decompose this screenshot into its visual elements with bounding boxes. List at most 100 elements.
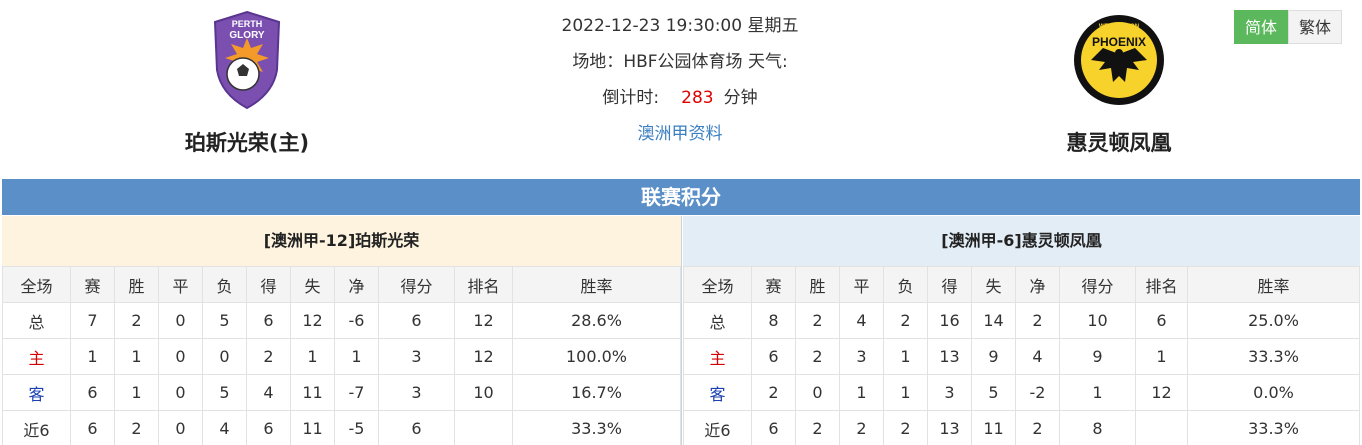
table-row: 主 1 1 0 0 2 1 1 3 12 100.0%: [2, 338, 681, 375]
table-cell: 13: [927, 338, 972, 375]
column-header: 全场: [683, 266, 752, 303]
column-header: 净: [1015, 266, 1060, 303]
table-cell: 3: [378, 338, 455, 375]
table-cell: 9: [971, 338, 1016, 375]
table-cell: 12: [454, 302, 513, 339]
lang-simplified-button[interactable]: 简体: [1233, 10, 1288, 44]
league-link-row: 澳洲甲资料: [480, 120, 880, 156]
lang-traditional-button[interactable]: 繁体: [1287, 10, 1342, 44]
table-cell: 3: [839, 338, 884, 375]
column-header: 胜率: [1187, 266, 1360, 303]
table-cell: 0.0%: [1187, 374, 1360, 411]
countdown-value: 283: [681, 88, 714, 108]
table-cell: 2: [883, 302, 928, 339]
table-cell: 1: [839, 374, 884, 411]
table-cell: 0: [795, 374, 840, 411]
home-team-name: 珀斯光荣(主): [184, 131, 310, 155]
table-row: 总 7 2 0 5 6 12 -6 6 12 28.6%: [2, 302, 681, 339]
venue-name: HBF公园体育场: [623, 52, 743, 72]
table-cell: 1: [883, 374, 928, 411]
column-header: 平: [839, 266, 884, 303]
table-cell: 5: [202, 302, 247, 339]
venue-row: 场地：HBF公园体育场 天气:: [480, 48, 880, 84]
table-cell: 10: [1059, 302, 1136, 339]
table-cell: 2: [1015, 410, 1060, 445]
table-cell: 6: [246, 302, 291, 339]
league-data-link[interactable]: 澳洲甲资料: [638, 124, 723, 144]
row-label: 总: [2, 302, 71, 339]
match-info: 2022-12-23 19:30:00 星期五 场地：HBF公园体育场 天气: …: [480, 12, 880, 156]
table-row: 近6 6 2 2 2 13 11 2 8 33.3%: [683, 410, 1360, 445]
away-team[interactable]: WELLINGTON PHOENIX 惠灵顿凤凰: [1019, 8, 1219, 157]
table-cell: 25.0%: [1187, 302, 1360, 339]
column-header: 胜: [795, 266, 840, 303]
table-cell: 2: [114, 410, 159, 445]
table-cell: 1: [114, 374, 159, 411]
table-cell: 9: [1059, 338, 1136, 375]
away-standings-table: 全场赛胜平负得失净得分 排名 胜率总 8 2 4 2 16 14 2 10 6 25.0% 主 6 2 3 1 13…: [683, 266, 1360, 445]
table-cell: -7: [334, 374, 379, 411]
column-header: 平: [158, 266, 203, 303]
table-cell: 6: [70, 374, 115, 411]
table-cell: 4: [1015, 338, 1060, 375]
table-cell: 13: [927, 410, 972, 445]
home-team[interactable]: PERTH GLORY 珀斯光荣(主): [147, 8, 347, 157]
table-cell: 6: [246, 410, 291, 445]
venue-label: 场地：: [572, 52, 624, 72]
svg-text:WELLINGTON: WELLINGTON: [1099, 24, 1139, 30]
away-team-logo: WELLINGTON PHOENIX: [1069, 8, 1169, 113]
language-switch: 简体 繁体: [1233, 10, 1342, 44]
table-header-row: 全场赛胜平负得失净得分 排名 胜率: [683, 266, 1360, 303]
table-cell: [454, 410, 513, 445]
table-cell: 6: [70, 410, 115, 445]
table-cell: 2: [839, 410, 884, 445]
away-team-name: 惠灵顿凤凰: [1066, 131, 1172, 155]
table-cell: 14: [971, 302, 1016, 339]
table-cell: 16.7%: [512, 374, 681, 411]
table-cell: 3: [378, 374, 455, 411]
column-header: 赛: [751, 266, 796, 303]
table-cell: 1: [1059, 374, 1136, 411]
table-cell: 0: [158, 410, 203, 445]
away-standings-title: [澳洲甲-6]惠灵顿凤凰: [683, 216, 1360, 266]
table-cell: 2: [883, 410, 928, 445]
row-label: 近6: [2, 410, 71, 445]
table-cell: 12: [1135, 374, 1188, 411]
table-cell: 6: [751, 338, 796, 375]
table-cell: 0: [202, 338, 247, 375]
table-cell: 1: [1135, 338, 1188, 375]
table-cell: 2: [795, 302, 840, 339]
table-cell: 2: [1015, 302, 1060, 339]
column-header: 失: [971, 266, 1016, 303]
weather-label: 天气:: [747, 52, 788, 72]
home-standings-table: 全场赛胜平负得失净得分 排名 胜率总 7 2 0 5 6 12 -6 6 12 28.6% 主 1 1 0 0 2 1…: [2, 266, 681, 445]
table-cell: 33.3%: [1187, 338, 1360, 375]
table-cell: 28.6%: [512, 302, 681, 339]
table-cell: 10: [454, 374, 513, 411]
column-header: 失: [290, 266, 335, 303]
table-cell: -2: [1015, 374, 1060, 411]
countdown-unit: 分钟: [723, 88, 758, 108]
table-cell: 1: [334, 338, 379, 375]
column-header: 净: [334, 266, 379, 303]
column-header: 得分: [1059, 266, 1136, 303]
table-cell: -6: [334, 302, 379, 339]
column-header: 负: [883, 266, 928, 303]
column-header: 排名: [1135, 266, 1188, 303]
table-cell: 12: [454, 338, 513, 375]
table-cell: 11: [971, 410, 1016, 445]
table-cell: 16: [927, 302, 972, 339]
table-cell: 5: [202, 374, 247, 411]
row-label: 主: [2, 338, 71, 375]
column-header: 胜率: [512, 266, 681, 303]
table-cell: 1: [70, 338, 115, 375]
column-header: 全场: [2, 266, 71, 303]
match-header: PERTH GLORY 珀斯光荣(主) 2022-12-23 19:30:00 …: [0, 0, 1362, 178]
home-team-logo: PERTH GLORY: [197, 8, 297, 113]
table-cell: 2: [751, 374, 796, 411]
table-row: 客 6 1 0 5 4 11 -7 3 10 16.7%: [2, 374, 681, 411]
svg-text:GLORY: GLORY: [229, 30, 265, 41]
match-datetime: 2022-12-23 19:30:00 星期五: [561, 16, 799, 36]
table-cell: 4: [202, 410, 247, 445]
row-label: 近6: [683, 410, 752, 445]
